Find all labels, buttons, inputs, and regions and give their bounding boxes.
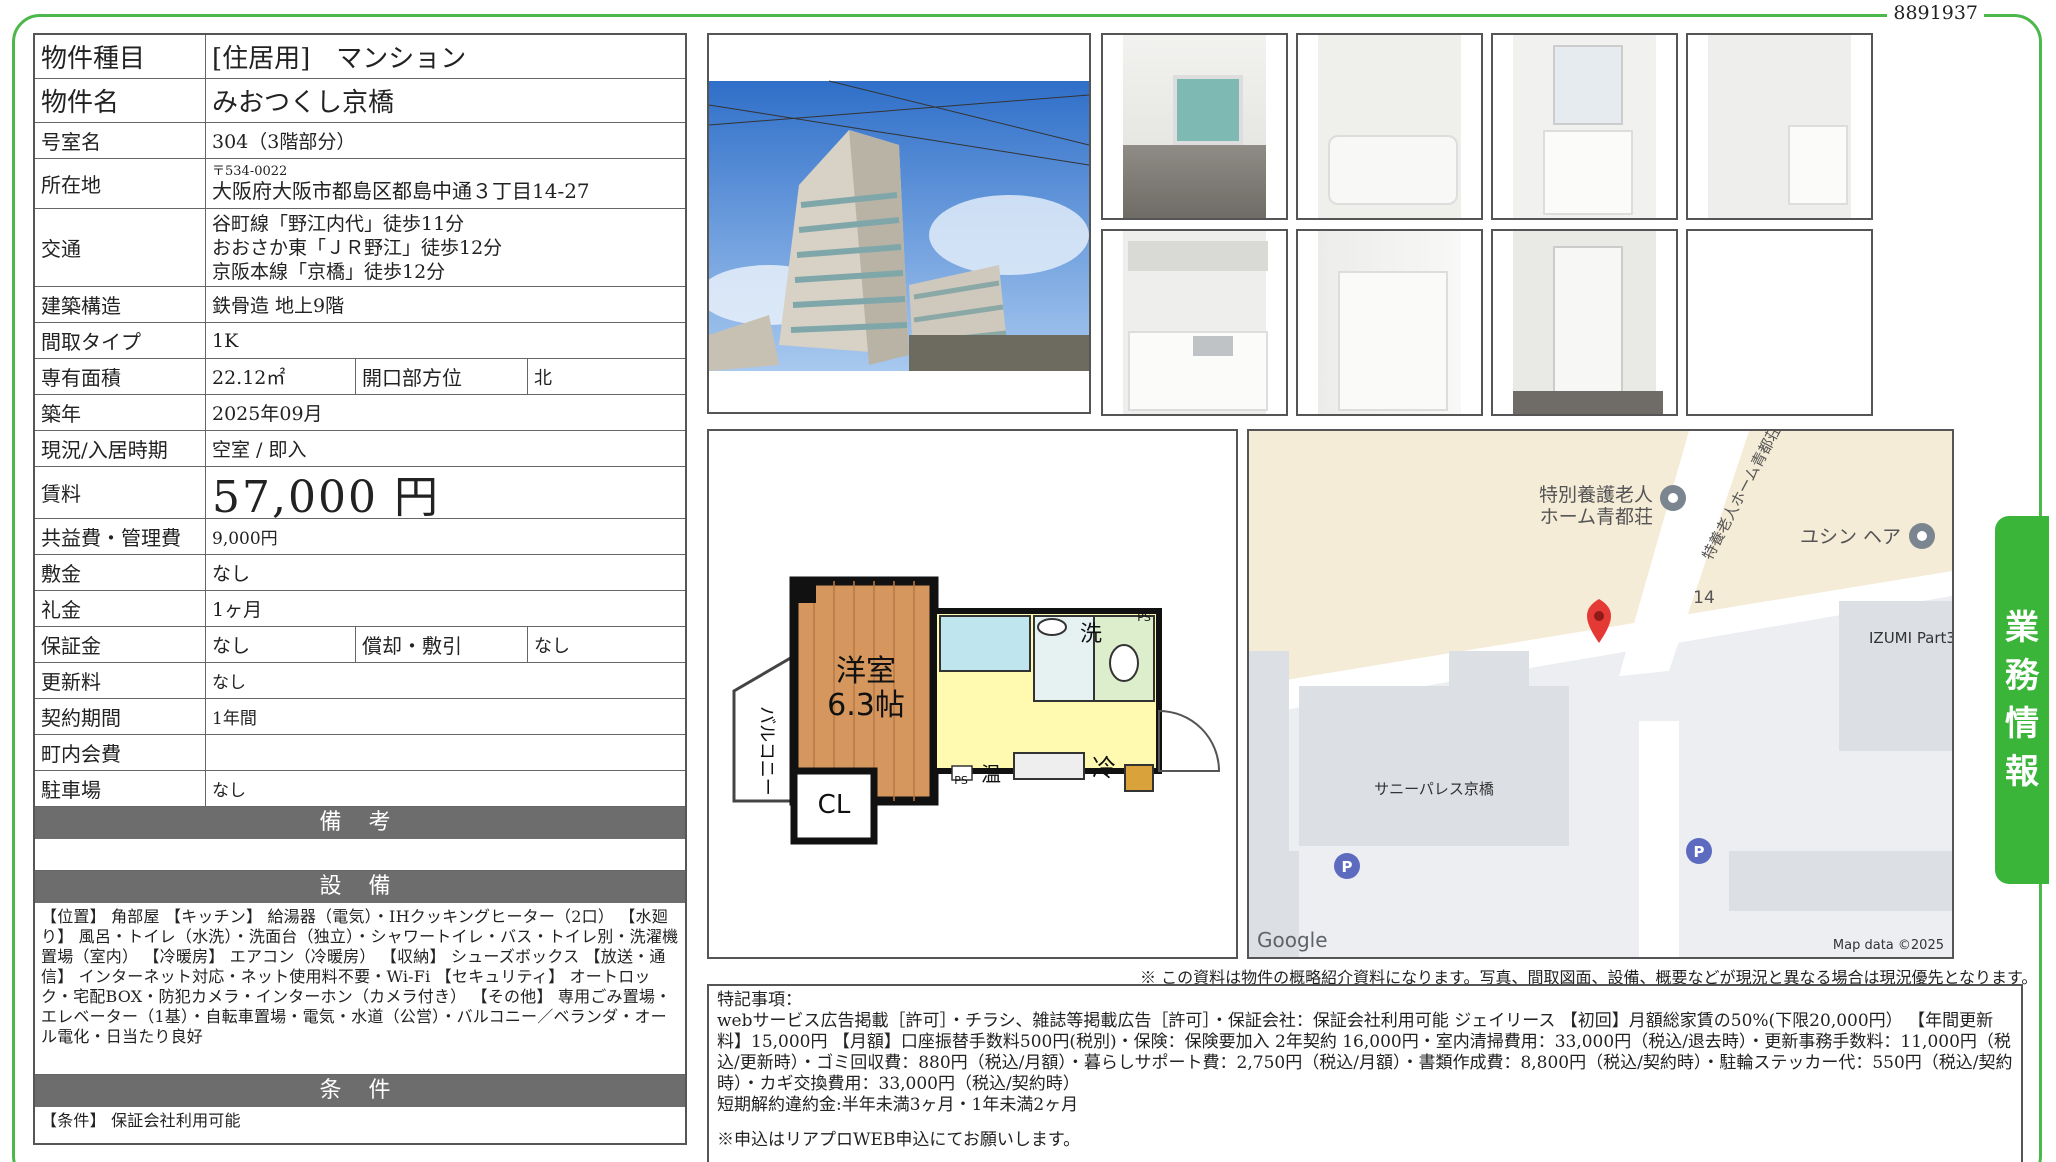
- building-label: サニーパレス京橋: [1374, 780, 1494, 798]
- built-value: 2025年09月: [212, 403, 323, 425]
- guarantee-value: なし: [206, 627, 356, 662]
- remarks-blank: [35, 839, 685, 871]
- name-value: みおつくし京橋: [212, 88, 395, 118]
- conditions-text: 【条件】 保証会社利用可能: [41, 1111, 241, 1130]
- equipment-header: 設 備: [35, 871, 685, 903]
- rent-label: 賃料: [35, 467, 206, 518]
- renewal-label: 更新料: [35, 663, 206, 698]
- closet-label: CL: [818, 790, 851, 820]
- facility-label: 特別養護老人: [1539, 484, 1653, 506]
- tab-char: 務: [2005, 656, 2039, 696]
- layout-value: 1K: [212, 329, 239, 352]
- tab-char: 情: [2005, 704, 2039, 744]
- room-photo: [1101, 33, 1288, 220]
- wash-label: 洗: [1080, 622, 1102, 647]
- address-cell: 〒534-0022 大阪府大阪市都島区都島中通３丁目14-27: [206, 159, 685, 208]
- deposit-label: 敷金: [35, 555, 206, 590]
- facility-label: ホーム青都荘: [1540, 506, 1653, 528]
- conditions-header: 条 件: [35, 1075, 685, 1107]
- short-term-penalty: 短期解約違約金:半年未満3ヶ月・1年未満2ヶ月: [717, 1095, 1079, 1115]
- transport-cell: 谷町線「野江内代」徒歩11分 おおさか東「ＪＲ野江」徒歩12分 京阪本線「京橋」…: [206, 209, 685, 286]
- bath-photo: [1296, 33, 1483, 220]
- amort-value: なし: [534, 635, 570, 657]
- amort-label: 償却・敷引: [356, 627, 528, 662]
- guarantee-label: 保証金: [35, 627, 206, 662]
- tab-char: 報: [2005, 752, 2039, 792]
- remarks-body: webサービス広告掲載［許可］・チラシ、雑誌等掲載広告［許可］・保証会社：保証会…: [717, 1011, 2013, 1094]
- deposit-value: なし: [212, 563, 251, 585]
- balcony-label: バルコニー: [756, 706, 777, 796]
- structure-label: 建築構造: [35, 287, 206, 322]
- address-label: 所在地: [35, 159, 206, 208]
- association-label: 町内会費: [35, 735, 206, 770]
- parking-label: 駐車場: [35, 771, 206, 806]
- izumi-label: IZUMI Part3: [1869, 629, 1952, 647]
- room-size: 6.3帖: [827, 688, 905, 723]
- location-map[interactable]: P P 特別養護老人 ホーム青都荘 特養老人ホーム青都荘 ユシン ヘア 14 I…: [1247, 429, 1954, 959]
- fridge-label: 冷: [1092, 754, 1116, 782]
- tab-char: 業: [2005, 608, 2039, 648]
- entrance-photo: [1491, 229, 1678, 416]
- block-number: 14: [1693, 588, 1715, 608]
- status-label: 現況/入居時期: [35, 431, 206, 466]
- key-money-value: 1ヶ月: [212, 599, 263, 621]
- application-note: ※申込はリアプロWEB申込にてお願いします。: [717, 1130, 1081, 1150]
- address-text: 大阪府大阪市都島区都島中通３丁目14-27: [212, 179, 590, 203]
- area-value: 22.12㎡: [206, 359, 356, 394]
- google-logo: Google: [1257, 928, 1328, 952]
- property-id: 8891937: [1887, 2, 1984, 24]
- remarks-heading: 特記事項：: [717, 990, 802, 1010]
- map-attribution: Map data ©2025: [1833, 938, 1944, 953]
- key-money-label: 礼金: [35, 591, 206, 626]
- rent-value: 57,000 円: [212, 471, 440, 523]
- washbasin-photo: [1491, 33, 1678, 220]
- structure-value: 鉄骨造 地上9階: [212, 295, 345, 317]
- type-value: [住居用] マンション: [212, 44, 467, 74]
- renewal-value: なし: [212, 673, 246, 693]
- parking-value: なし: [212, 781, 246, 801]
- equipment-text: 【位置】 角部屋 【キッチン】 給湯器（電気）・IHクッキングヒーター（2口） …: [35, 903, 685, 1075]
- transport-line: 谷町線「野江内代」徒歩11分: [212, 212, 465, 235]
- parking-icon: P: [1694, 843, 1705, 861]
- storage-photo: [1296, 229, 1483, 416]
- building-photo: [707, 33, 1091, 414]
- room-value: 304（3階部分）: [212, 131, 356, 153]
- transport-line: おおさか東「ＪＲ野江」徒歩12分: [212, 236, 503, 259]
- laundry-photo: [1686, 33, 1873, 220]
- postal-code: 〒534-0022: [212, 164, 288, 179]
- contract-label: 契約期間: [35, 699, 206, 734]
- ps-label: PS: [1137, 611, 1151, 624]
- empty-photo-slot: [1686, 229, 1873, 416]
- transport-line: 京阪本線「京橋」徒歩12分: [212, 260, 446, 283]
- type-label: 物件種目: [35, 35, 206, 78]
- layout-label: 間取タイプ: [35, 323, 206, 358]
- name-label: 物件名: [35, 79, 206, 122]
- floor-plan: 洋室 6.3帖 CL バルコニー 洗 冷 温 PS PS: [707, 429, 1238, 959]
- room-label: 号室名: [35, 123, 206, 158]
- transport-label: 交通: [35, 209, 206, 286]
- contract-value: 1年間: [212, 709, 257, 729]
- room-name: 洋室: [836, 654, 896, 689]
- parking-icon: P: [1342, 858, 1353, 876]
- business-info-tab[interactable]: 業 務 情 報: [1995, 516, 2049, 884]
- fee-label: 共益費・管理費: [35, 519, 206, 554]
- heater-label: 温: [981, 762, 1001, 786]
- special-remarks: 特記事項： webサービス広告掲載［許可］・チラシ、雑誌等掲載広告［許可］・保証…: [707, 984, 2023, 1162]
- area-label: 専有面積: [35, 359, 206, 394]
- direction-label: 開口部方位: [356, 359, 528, 394]
- remarks-header: 備 考: [35, 807, 685, 839]
- salon-label: ユシン ヘア: [1800, 526, 1901, 548]
- spec-table: 物件種目 [住居用] マンション 物件名 みおつくし京橋 号室名 304（3階部分） …: [33, 33, 687, 1145]
- fee-value: 9,000円: [212, 529, 278, 549]
- direction-value: 北: [534, 367, 552, 389]
- built-label: 築年: [35, 395, 206, 430]
- kitchen-photo: [1101, 229, 1288, 416]
- association-value: [206, 735, 685, 770]
- ps-label: PS: [954, 774, 968, 787]
